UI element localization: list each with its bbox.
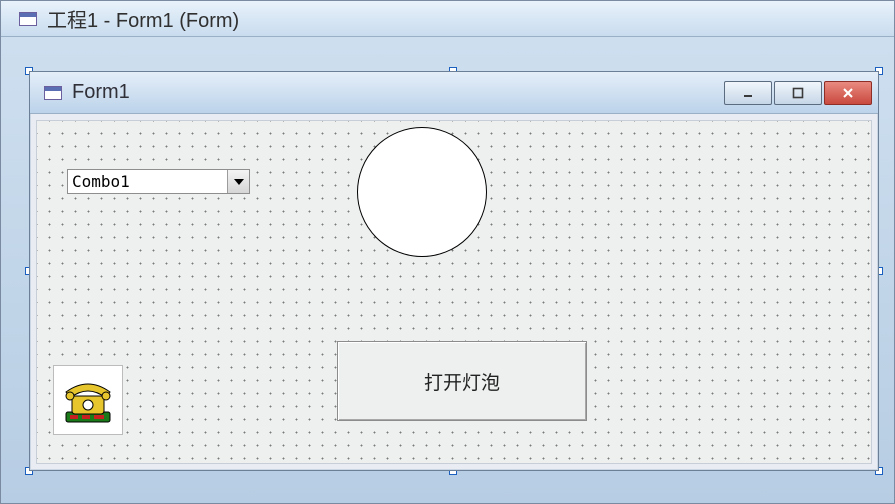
designer-titlebar: 工程1 - Form1 (Form) bbox=[1, 1, 894, 37]
form1-window[interactable]: Form1 Combo1 bbox=[29, 71, 879, 471]
minimize-button[interactable] bbox=[724, 81, 772, 105]
minimize-icon bbox=[741, 86, 755, 100]
designer-window: 工程1 - Form1 (Form) Form1 bbox=[0, 0, 895, 504]
designer-title: 工程1 - Form1 (Form) bbox=[47, 4, 239, 33]
form-icon bbox=[44, 86, 62, 100]
maximize-button[interactable] bbox=[774, 81, 822, 105]
shape-bulb[interactable] bbox=[357, 127, 487, 257]
open-bulb-button[interactable]: 打开灯泡 bbox=[337, 341, 587, 421]
form-icon bbox=[19, 12, 37, 26]
close-icon bbox=[841, 86, 855, 100]
phone-icon bbox=[60, 372, 116, 428]
chevron-down-icon bbox=[234, 179, 244, 185]
combo1-text[interactable]: Combo1 bbox=[68, 170, 227, 193]
combo1-dropdown-button[interactable] bbox=[227, 170, 249, 193]
open-bulb-button-label: 打开灯泡 bbox=[424, 368, 500, 395]
form1-client-area[interactable]: Combo1 打开灯泡 bbox=[36, 120, 872, 464]
combo1[interactable]: Combo1 bbox=[67, 169, 250, 194]
image-phone[interactable] bbox=[53, 365, 123, 435]
maximize-icon bbox=[791, 86, 805, 100]
form1-titlebar: Form1 bbox=[30, 72, 878, 114]
close-button[interactable] bbox=[824, 81, 872, 105]
window-buttons bbox=[724, 81, 872, 105]
form1-title: Form1 bbox=[72, 81, 724, 104]
